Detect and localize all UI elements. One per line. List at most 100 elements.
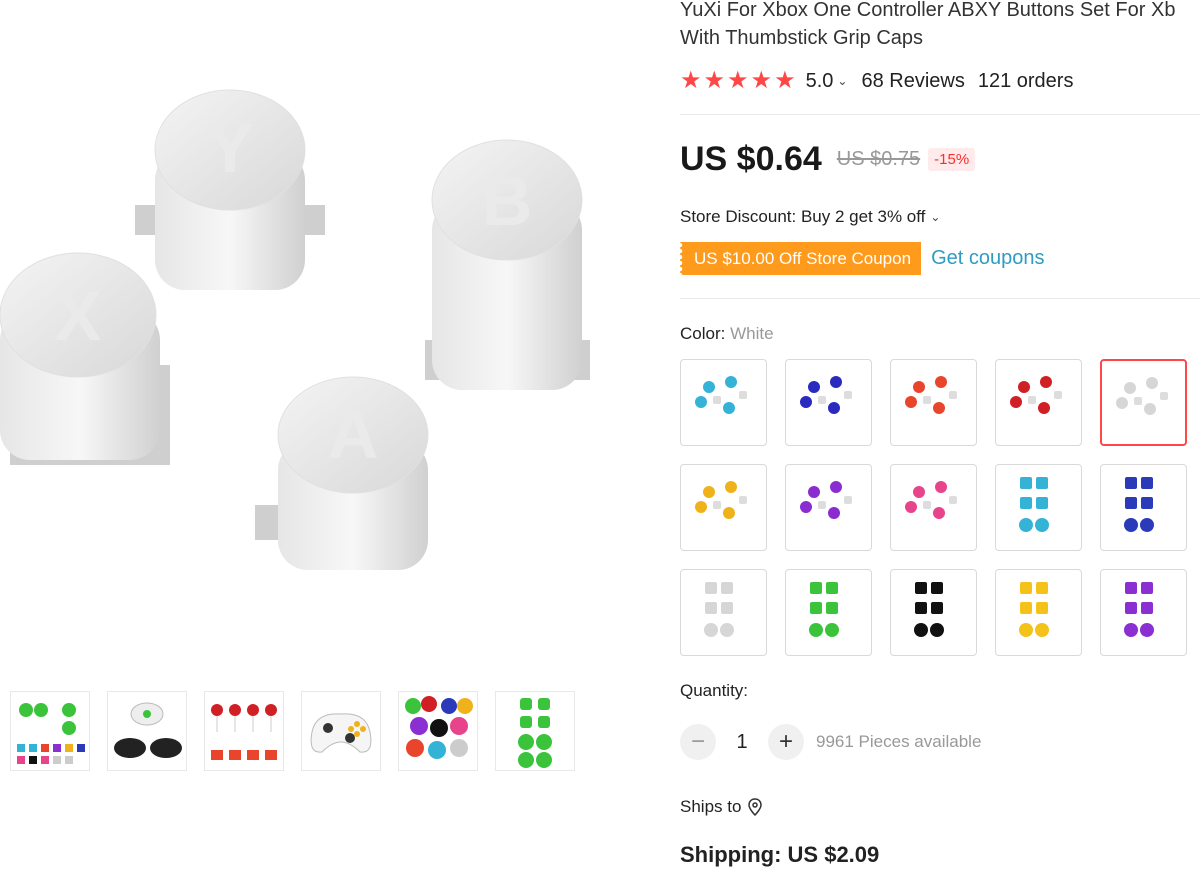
current-price: US $0.64 — [680, 140, 822, 178]
store-discount-text: Store Discount: Buy 2 get 3% off — [680, 207, 926, 226]
color-swatch[interactable] — [1100, 359, 1187, 446]
swatch-button-mark — [818, 396, 826, 404]
swatch-button-mark — [1020, 497, 1032, 509]
location-pin-icon — [748, 798, 763, 816]
white-controller-thumb-image — [310, 713, 372, 753]
swatch-button-mark — [721, 582, 733, 594]
swatch-button-mark — [913, 381, 925, 393]
swatch-button-mark — [1028, 396, 1036, 404]
thumbnail-white-controller[interactable] — [301, 691, 381, 771]
color-swatch[interactable] — [680, 569, 767, 656]
increase-quantity-button[interactable]: + — [768, 724, 804, 760]
color-swatch[interactable] — [890, 464, 977, 551]
ships-to-row[interactable]: Ships to — [680, 797, 763, 817]
swatch-button-mark — [695, 396, 707, 408]
swatch-button-mark — [935, 376, 947, 388]
quantity-label: Quantity: — [680, 681, 749, 700]
swatch-button-mark — [915, 602, 927, 614]
color-swatch[interactable] — [995, 464, 1082, 551]
swatch-button-mark — [830, 376, 842, 388]
product-title-line-1: YuXi For Xbox One Controller ABXY Button… — [680, 0, 1176, 21]
controllers-thumb-image — [114, 702, 182, 758]
swatch-button-mark — [1124, 518, 1138, 532]
swatch-button-mark — [1146, 377, 1158, 389]
price-row: US $0.64 US $0.75 -15% — [680, 140, 976, 179]
color-swatch[interactable] — [680, 359, 767, 446]
color-swatch[interactable] — [890, 359, 977, 446]
swatch-image — [1124, 582, 1154, 637]
star-icon: ★ — [727, 67, 749, 94]
color-swatch[interactable] — [680, 464, 767, 551]
x-letter: X — [55, 277, 102, 355]
swatch-button-mark — [935, 481, 947, 493]
color-swatch[interactable] — [890, 569, 977, 656]
y-button-shape: Y — [135, 89, 325, 290]
swatch-button-mark — [1125, 477, 1137, 489]
y-letter: Y — [207, 109, 254, 187]
swatch-button-mark — [800, 396, 812, 408]
swatch-button-mark — [905, 501, 917, 513]
swatch-button-mark — [931, 602, 943, 614]
get-coupons-link[interactable]: Get coupons — [931, 247, 1044, 270]
swatch-button-mark — [1144, 403, 1156, 415]
swatch-button-mark — [828, 402, 840, 414]
color-swatch[interactable] — [785, 569, 872, 656]
quantity-input[interactable] — [716, 729, 768, 755]
color-swatch[interactable] — [995, 569, 1082, 656]
chevron-down-icon: ⌄ — [930, 210, 941, 224]
divider — [680, 114, 1200, 115]
product-title-line-2: With Thumbstick Grip Caps — [680, 27, 924, 49]
selected-color-value: White — [730, 324, 774, 343]
thumbnail-green-set[interactable] — [495, 691, 575, 771]
quantity-stepper: − + 9961 Pieces available — [680, 724, 981, 760]
star-icon: ★ — [750, 67, 773, 94]
ships-to-label: Ships to — [680, 797, 742, 816]
swatch-button-mark — [1124, 623, 1138, 637]
swatch-button-mark — [809, 623, 823, 637]
swatch-button-mark — [1019, 518, 1033, 532]
thumbnail-multi-color-set[interactable] — [10, 691, 90, 771]
reviews-link[interactable]: 68 Reviews — [861, 70, 964, 93]
decrease-quantity-button[interactable]: − — [680, 724, 716, 760]
swatch-image — [800, 376, 852, 414]
swatch-button-mark — [1010, 396, 1022, 408]
swatch-button-mark — [844, 496, 852, 504]
swatch-button-mark — [695, 501, 707, 513]
color-swatch[interactable] — [995, 359, 1082, 446]
swatch-button-mark — [1019, 623, 1033, 637]
color-swatch[interactable] — [1100, 464, 1187, 551]
swatch-button-mark — [739, 496, 747, 504]
thumbnail-colorful-caps[interactable] — [398, 691, 478, 771]
swatch-image — [695, 376, 747, 414]
swatch-button-mark — [1054, 391, 1062, 399]
swatch-button-mark — [1134, 397, 1142, 405]
swatch-button-mark — [1036, 582, 1048, 594]
swatch-button-mark — [826, 602, 838, 614]
product-main-image[interactable]: Y B X A — [0, 0, 660, 670]
chevron-down-icon[interactable]: ⌄ — [837, 74, 847, 88]
thumbnail-controllers[interactable] — [107, 691, 187, 771]
swatch-button-mark — [949, 496, 957, 504]
swatch-button-mark — [723, 507, 735, 519]
swatch-button-mark — [828, 507, 840, 519]
rating-value[interactable]: 5.0 — [806, 70, 834, 93]
swatch-button-mark — [725, 376, 737, 388]
star-rating: ★ ★ ★ ★ ★ — [680, 68, 796, 94]
swatch-button-mark — [800, 501, 812, 513]
color-swatch[interactable] — [785, 359, 872, 446]
swatch-button-mark — [1020, 602, 1032, 614]
swatch-button-mark — [720, 623, 734, 637]
store-coupon-tag: US $10.00 Off Store Coupon — [680, 242, 926, 275]
swatch-button-mark — [810, 602, 822, 614]
divider — [680, 298, 1200, 299]
swatch-button-mark — [1040, 376, 1052, 388]
swatch-button-mark — [1125, 602, 1137, 614]
shipping-cost: Shipping: US $2.09 — [680, 842, 880, 867]
color-swatch[interactable] — [1100, 569, 1187, 656]
color-swatch[interactable] — [785, 464, 872, 551]
thumbnail-red-buttons[interactable] — [204, 691, 284, 771]
product-title: YuXi For Xbox One Controller ABXY Button… — [680, 0, 1200, 52]
store-discount[interactable]: Store Discount: Buy 2 get 3% off ⌄ — [680, 207, 940, 227]
swatch-button-mark — [818, 501, 826, 509]
product-info-panel: YuXi For Xbox One Controller ABXY Button… — [680, 0, 1200, 870]
